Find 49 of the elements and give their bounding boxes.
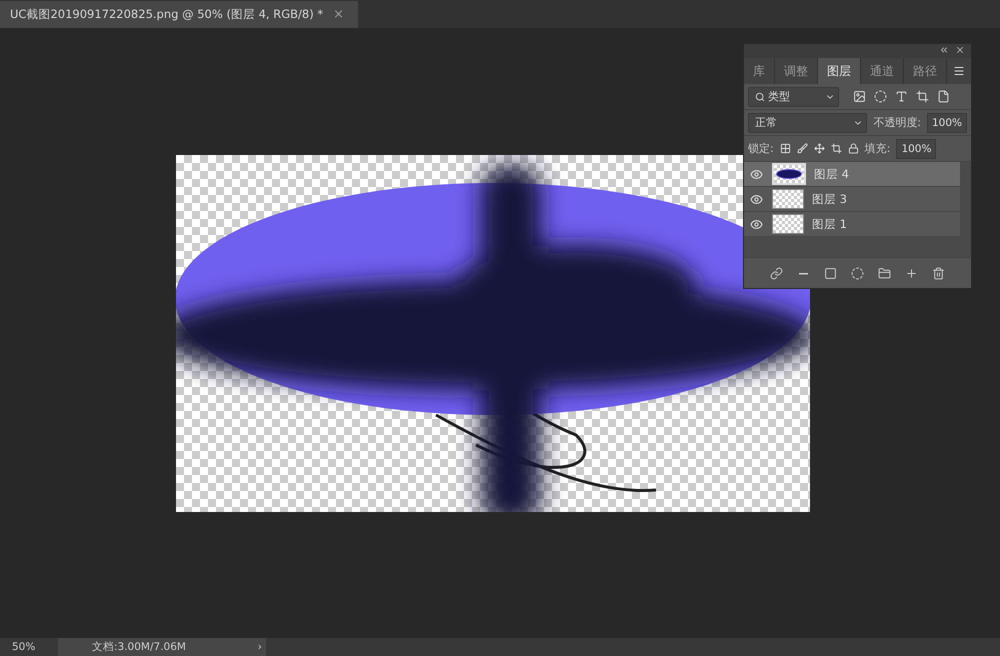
layer-name: 图层 3 [812,192,847,206]
close-button[interactable]: × [333,7,344,22]
collapse-icon[interactable] [939,45,949,55]
new-layer-icon[interactable] [905,266,918,280]
image-icon[interactable] [853,90,866,103]
search-icon [755,92,765,102]
lock-label: 锁定: [748,141,774,156]
menu-icon[interactable] [953,65,965,77]
mask-icon[interactable] [824,266,837,280]
checker-icon[interactable] [780,143,791,154]
layer-row[interactable]: 图层 3 [744,187,960,212]
crop-icon[interactable] [830,143,842,154]
zoom-level: 50% [11,641,36,653]
filter-dropdown[interactable]: 类型 [748,86,839,106]
trash-icon[interactable] [932,266,945,280]
document-size: 文档:3.00M/7.06M [92,640,186,654]
layer-row[interactable]: 图层 4 [744,162,960,187]
layer-thumbnail [772,214,804,234]
lock-icon[interactable] [848,143,859,154]
fill-label: 填充: [864,141,890,156]
expand-arrow[interactable]: › [258,641,262,653]
opacity-field[interactable]: 100% [926,112,967,132]
folder-icon[interactable] [878,266,891,280]
brush-icon[interactable] [796,143,808,154]
document-tab[interactable]: UC截图20190917220825.png @ 50% (图层 4, RGB/8) * × [0,1,358,28]
move-icon[interactable] [814,143,825,154]
eye-icon[interactable] [750,192,763,206]
layer-thumbnail [772,189,804,209]
layer-name: 图层 4 [814,166,849,182]
circle-icon[interactable] [874,90,887,103]
layer-row[interactable]: 图层 1 [744,212,960,237]
panel-tab[interactable]: 图层 [818,58,861,84]
panel-tab[interactable]: 库 [744,58,775,84]
blend-mode-dropdown[interactable]: 正常 [748,112,868,132]
panel-tab[interactable]: 通道 [861,58,904,84]
link-icon[interactable] [770,266,783,280]
file-icon[interactable] [937,90,950,103]
crop-icon[interactable] [916,90,929,103]
eye-icon[interactable] [750,168,763,180]
layer-thumbnail [772,163,806,185]
panel-tab[interactable]: 路径 [904,58,947,84]
close-icon[interactable] [955,45,965,55]
text-icon[interactable] [895,90,908,103]
adjustment-icon[interactable] [851,266,864,280]
opacity-label: 不透明度: [873,115,921,130]
document-title: UC截图20190917220825.png @ 50% (图层 4, RGB/8) * [10,7,324,22]
fill-field[interactable]: 100% [896,138,936,158]
layer-name: 图层 1 [812,216,847,232]
eye-icon[interactable] [750,218,763,230]
